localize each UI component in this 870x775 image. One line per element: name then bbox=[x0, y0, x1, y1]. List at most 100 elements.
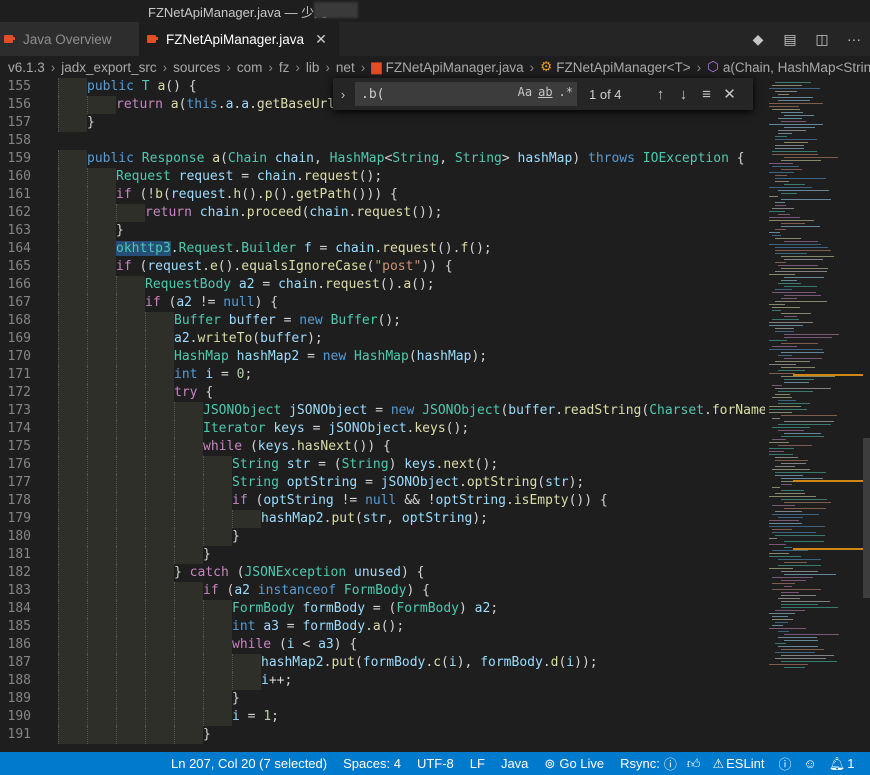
code-line[interactable]: 163} bbox=[0, 222, 765, 240]
feedback-icon[interactable]: ☺ bbox=[803, 756, 816, 771]
minimap-slider[interactable] bbox=[863, 438, 870, 598]
code-line[interactable]: 184 FormBody formBody = (FormBody) a2; bbox=[0, 600, 765, 618]
indent-guide bbox=[58, 114, 87, 132]
regex-icon[interactable]: .* bbox=[559, 85, 573, 99]
code-line[interactable]: 170 HashMap hashMap2 = new HashMap(hashMa… bbox=[0, 348, 765, 366]
code-line[interactable]: 186 while (i < a3) { bbox=[0, 636, 765, 654]
code-line[interactable]: 168 Buffer buffer = new Buffer(); bbox=[0, 312, 765, 330]
previous-match-icon[interactable]: ↑ bbox=[649, 86, 672, 103]
find-input[interactable]: .b( Aa ab .* bbox=[355, 82, 577, 106]
code-line[interactable]: 160 Request request = chain.request(); bbox=[0, 168, 765, 186]
minimap-line bbox=[769, 211, 785, 212]
git-compare-icon[interactable]: ◆ bbox=[742, 31, 774, 48]
code-line[interactable]: 189} bbox=[0, 690, 765, 708]
code-line[interactable]: 167 if (a2 != null) { bbox=[0, 294, 765, 312]
indent-guide bbox=[116, 510, 145, 528]
minimap-line bbox=[775, 328, 794, 329]
tab-fznetapimanager[interactable]: FZNetApiManager.java ✕ bbox=[139, 22, 339, 56]
code-line[interactable]: 173 JSONObject jSONObject = new JSONObjec… bbox=[0, 402, 765, 420]
code-line[interactable]: 175 while (keys.hasNext()) { bbox=[0, 438, 765, 456]
code-line[interactable]: 174 Iterator keys = jSONObject.keys(); bbox=[0, 420, 765, 438]
notification-count[interactable]: 1 bbox=[847, 756, 854, 771]
code-editor[interactable]: 155 public T a() {156 return a(this.a.a.ge… bbox=[0, 78, 765, 752]
code-line[interactable]: 159 public Response a(Chain chain, HashMa… bbox=[0, 150, 765, 168]
code-line[interactable]: 172 try { bbox=[0, 384, 765, 402]
code-line[interactable]: 182} catch (JSONException unused) { bbox=[0, 564, 765, 582]
line-number: 165 bbox=[7, 259, 31, 274]
rsync-label[interactable]: Rsync: bbox=[620, 756, 660, 771]
eslint-button[interactable]: ESLint bbox=[726, 756, 764, 771]
code-text: if (!b(request.h().p().getPath())) { bbox=[116, 187, 398, 202]
minimap-line bbox=[784, 295, 821, 296]
info-icon[interactable]: ⓘ bbox=[778, 754, 791, 773]
breadcrumb-item[interactable]: sources bbox=[173, 60, 220, 75]
toggle-replace-icon[interactable]: › bbox=[333, 87, 353, 102]
close-icon[interactable]: ✕ bbox=[718, 85, 741, 103]
code-line[interactable]: 177 String optString = jSONObject.optStri… bbox=[0, 474, 765, 492]
code-line[interactable]: 191} bbox=[0, 726, 765, 744]
line-number: 178 bbox=[7, 493, 31, 508]
code-line[interactable]: 180} bbox=[0, 528, 765, 546]
indent-guide bbox=[87, 96, 116, 114]
code-line[interactable]: 166 RequestBody a2 = chain.request().a(); bbox=[0, 276, 765, 294]
minimap-line bbox=[778, 265, 818, 266]
more-actions-icon[interactable]: ··· bbox=[838, 31, 870, 47]
go-live-icon[interactable]: ⊚ bbox=[544, 756, 555, 772]
go-live-button[interactable]: Go Live bbox=[559, 756, 604, 771]
indent-guide bbox=[58, 240, 87, 258]
code-line[interactable]: 157} bbox=[0, 114, 765, 132]
code-line[interactable]: 183 if (a2 instanceof FormBody) { bbox=[0, 582, 765, 600]
match-case-icon[interactable]: Aa bbox=[518, 85, 532, 99]
minimap-line bbox=[769, 124, 823, 125]
info-icon[interactable]: ⓘ bbox=[664, 754, 677, 773]
code-line[interactable]: 178 if (optString != null && !optString.i… bbox=[0, 492, 765, 510]
code-line[interactable]: 187 hashMap2.put(formBody.c(i), formBody.… bbox=[0, 654, 765, 672]
code-line[interactable]: 162 return chain.proceed(chain.request())… bbox=[0, 204, 765, 222]
find-in-selection-icon[interactable]: ≡ bbox=[695, 86, 718, 103]
code-line[interactable]: 164 okhttp3.Request.Builder f = chain.req… bbox=[0, 240, 765, 258]
notifications-icon[interactable]: 🔔︎ bbox=[829, 756, 846, 772]
breadcrumb-item[interactable]: v6.1.3 bbox=[8, 60, 45, 75]
breadcrumb-item[interactable]: FZNetApiManager.java bbox=[386, 60, 524, 75]
breadcrumb-item[interactable]: a(Chain, HashMap<Strin bbox=[723, 60, 870, 75]
code-line[interactable]: 176 String str = (String) keys.next(); bbox=[0, 456, 765, 474]
code-line[interactable]: 169 a2.writeTo(buffer); bbox=[0, 330, 765, 348]
breadcrumb-item[interactable]: net bbox=[336, 60, 355, 75]
cursor-position[interactable]: Ln 207, Col 20 (7 selected) bbox=[171, 756, 327, 771]
indent-guide bbox=[58, 438, 87, 456]
close-icon[interactable]: ✕ bbox=[315, 31, 327, 48]
minimap-line bbox=[784, 562, 807, 563]
code-line[interactable]: 188 i++; bbox=[0, 672, 765, 690]
breadcrumb-item[interactable]: lib bbox=[306, 60, 320, 75]
breadcrumb-item[interactable]: fz bbox=[279, 60, 290, 75]
indent-guide bbox=[116, 528, 145, 546]
encoding[interactable]: UTF-8 bbox=[417, 756, 454, 771]
breadcrumb-item[interactable]: jadx_export_src bbox=[61, 60, 156, 75]
tab-java-overview[interactable]: Java Overview bbox=[0, 22, 139, 56]
minimap-line bbox=[772, 505, 795, 506]
whole-word-icon[interactable]: ab bbox=[538, 85, 552, 99]
code-line[interactable]: 171 int i = 0; bbox=[0, 366, 765, 384]
indent-guide bbox=[116, 564, 145, 582]
indent-guide bbox=[58, 258, 87, 276]
minimap-line bbox=[775, 535, 825, 536]
open-preview-icon[interactable]: ▤ bbox=[774, 31, 806, 48]
language-mode[interactable]: Java bbox=[501, 756, 528, 771]
indentation[interactable]: Spaces: 4 bbox=[343, 756, 401, 771]
code-line[interactable]: 179 hashMap2.put(str, optString); bbox=[0, 510, 765, 528]
breadcrumb-item[interactable]: FZNetApiManager<T> bbox=[556, 60, 690, 75]
breadcrumb-item[interactable]: com bbox=[237, 60, 263, 75]
code-line[interactable]: 165 if (request.e().equalsIgnoreCase("pos… bbox=[0, 258, 765, 276]
code-line[interactable]: 181} bbox=[0, 546, 765, 564]
indent-guide bbox=[174, 492, 203, 510]
minimap[interactable] bbox=[765, 78, 870, 752]
code-line[interactable]: 185 int a3 = formBody.a(); bbox=[0, 618, 765, 636]
code-line[interactable]: 161 if (!b(request.h().p().getPath())) { bbox=[0, 186, 765, 204]
next-match-icon[interactable]: ↓ bbox=[672, 86, 695, 103]
warning-icon[interactable]: ⚠ bbox=[712, 756, 724, 772]
end-of-line[interactable]: LF bbox=[470, 756, 485, 771]
code-line[interactable]: 190 i = 1; bbox=[0, 708, 765, 726]
split-editor-icon[interactable]: ◫ bbox=[806, 31, 838, 48]
code-line[interactable]: 158 bbox=[0, 132, 765, 150]
thumbs-up-icon[interactable]: 👍︎ bbox=[687, 756, 701, 772]
